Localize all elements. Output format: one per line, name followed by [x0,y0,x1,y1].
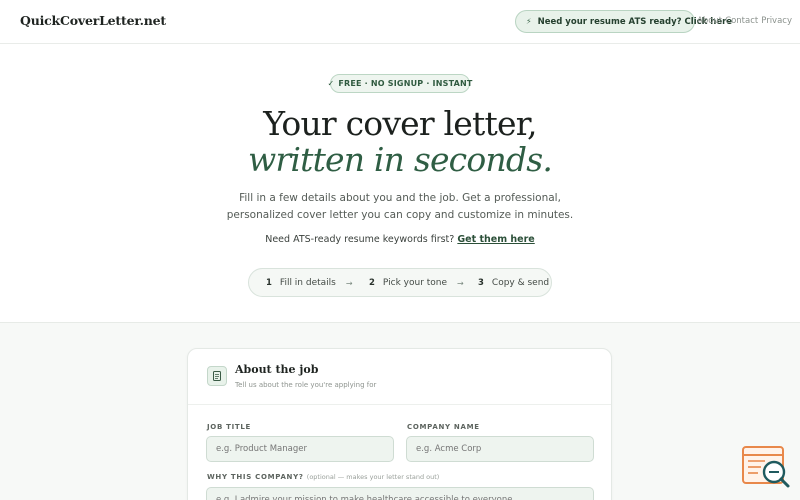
step-number: 2 [369,278,375,288]
bolt-icon: ⚡ [526,17,532,26]
company-name-input[interactable] [406,436,594,462]
arrow-right-icon: → [457,278,464,288]
about-job-card: About the job Tell us about the role you… [187,348,612,500]
document-icon [207,366,227,386]
why-company-label: WHY THIS COMPANY? (optional — makes your… [207,473,439,481]
hero-badge: ✓ FREE · NO SIGNUP · INSTANT [327,74,473,93]
card-subtitle: Tell us about the role you're applying f… [235,381,377,389]
nav-link-contact[interactable]: Contact [725,16,758,26]
ats-keywords-link[interactable]: Get them here [457,234,534,245]
hero-subtitle-line1: Fill in a few details about you and the … [239,192,561,204]
job-title-input[interactable] [206,436,394,462]
step-label: Copy & send [491,278,550,288]
step-copy-send: 3 Copy & send [478,278,549,288]
step-number: 1 [266,278,272,288]
nav-link-about[interactable]: About [697,16,722,26]
hero-title-line2: written in seconds. [247,140,553,179]
nav-links: About Contact Privacy [697,16,792,26]
step-label: Pick your tone [382,278,448,288]
why-company-input[interactable] [206,487,594,500]
card-title: About the job [235,363,319,376]
nav-link-privacy[interactable]: Privacy [761,16,792,26]
step-number: 3 [478,278,484,288]
steps-bar: 1 Fill in details → 2 Pick your tone → 3… [248,268,552,297]
why-company-label-text: WHY THIS COMPANY? [207,473,304,481]
job-title-label: JOB TITLE [207,423,252,431]
step-label: Fill in details [279,278,336,288]
ats-prompt: Need ATS-ready resume keywords first? Ge… [0,234,800,245]
company-name-label: COMPANY NAME [407,423,480,431]
ats-cta-button[interactable]: ⚡ Need your resume ATS ready? Click here [515,10,732,33]
ats-prompt-text: Need ATS-ready resume keywords first? [265,234,455,245]
arrow-right-icon: → [345,278,353,288]
why-company-optional-note: (optional — makes your letter stand out) [306,473,440,481]
hero-title-line1: Your cover letter, [263,104,537,143]
step-pick-tone: 2 Pick your tone → [369,278,464,288]
top-nav: QuickCoverLetter.net ⚡ Need your resume … [0,0,800,44]
step-fill-details: 1 Fill in details → [266,278,353,288]
search-document-icon[interactable] [741,445,791,490]
site-logo[interactable]: QuickCoverLetter.net [20,13,166,28]
check-icon: ✓ [327,79,335,88]
hero-subtitle-line2: personalized cover letter you can copy a… [226,209,574,221]
hero-badge-label: FREE · NO SIGNUP · INSTANT [338,79,473,88]
divider [188,404,611,405]
